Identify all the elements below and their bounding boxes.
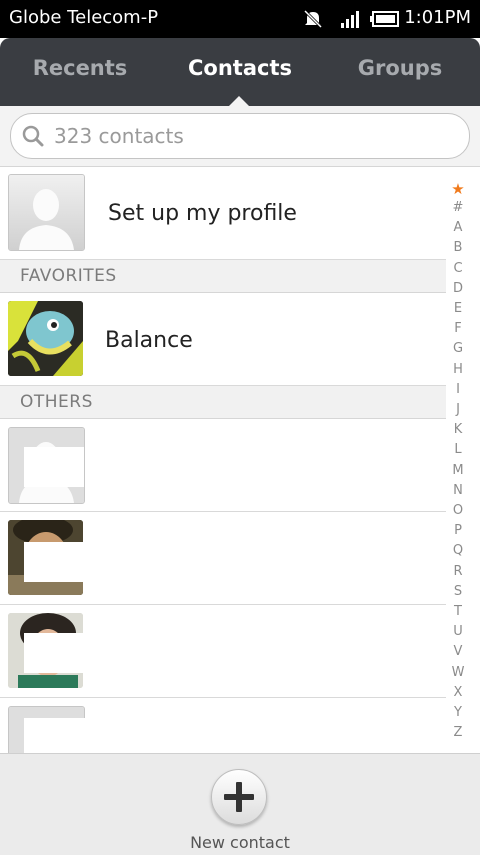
- index-letter[interactable]: C: [446, 261, 470, 276]
- bottom-action-bar: New contact: [0, 753, 480, 855]
- search-area: 323 contacts: [0, 106, 480, 167]
- search-placeholder: 323 contacts: [54, 124, 184, 148]
- clock: 1:01PM: [404, 7, 471, 28]
- index-letter[interactable]: D: [446, 281, 470, 296]
- profile-row[interactable]: Set up my profile: [0, 167, 446, 260]
- alphabet-index[interactable]: ★ # A B C D E F G H I J K L M N O P Q R S T U V W X Y Z: [446, 170, 470, 750]
- index-letter[interactable]: E: [446, 301, 470, 316]
- index-letter[interactable]: G: [446, 341, 470, 356]
- index-favorites-star-icon[interactable]: ★: [446, 180, 470, 198]
- contact-name: Balance: [105, 328, 193, 353]
- index-letter[interactable]: X: [446, 685, 470, 700]
- index-letter[interactable]: W: [446, 665, 470, 680]
- index-letter[interactable]: Y: [446, 705, 470, 720]
- index-letter[interactable]: O: [446, 503, 470, 518]
- index-letter[interactable]: H: [446, 362, 470, 377]
- contact-row[interactable]: [0, 605, 446, 698]
- index-letter[interactable]: N: [446, 483, 470, 498]
- index-letter[interactable]: #: [446, 200, 470, 215]
- index-letter[interactable]: B: [446, 240, 470, 255]
- contact-row[interactable]: [0, 419, 446, 512]
- battery-icon: [370, 9, 400, 33]
- section-label: OTHERS: [20, 392, 93, 412]
- search-icon: [21, 124, 45, 152]
- default-avatar-icon: [8, 174, 85, 251]
- redacted-name: [24, 447, 84, 487]
- plus-icon: [224, 782, 254, 812]
- new-contact-label: New contact: [190, 833, 290, 852]
- index-letter[interactable]: M: [446, 463, 470, 478]
- index-letter[interactable]: L: [446, 442, 470, 457]
- index-letter[interactable]: A: [446, 220, 470, 235]
- index-letter[interactable]: J: [446, 402, 470, 417]
- index-letter[interactable]: Z: [446, 725, 470, 740]
- mute-icon: [303, 9, 323, 33]
- setup-profile-label: Set up my profile: [108, 201, 297, 226]
- index-letter[interactable]: S: [446, 584, 470, 599]
- tab-groups[interactable]: Groups: [340, 56, 460, 80]
- signal-icon: [340, 9, 360, 33]
- index-letter[interactable]: P: [446, 523, 470, 538]
- index-letter[interactable]: V: [446, 644, 470, 659]
- index-letter[interactable]: R: [446, 564, 470, 579]
- tab-contacts[interactable]: Contacts: [180, 56, 300, 80]
- index-letter[interactable]: I: [446, 382, 470, 397]
- carrier-name: Globe Telecom-P: [9, 7, 159, 28]
- contact-row[interactable]: [0, 698, 446, 783]
- index-letter[interactable]: Q: [446, 543, 470, 558]
- contact-photo: [8, 301, 83, 376]
- tab-recents[interactable]: Recents: [20, 56, 140, 80]
- redacted-name: [24, 542, 84, 582]
- new-contact-button[interactable]: [211, 769, 267, 825]
- active-tab-indicator: [229, 96, 249, 106]
- status-bar: Globe Telecom-P 1:01PM: [0, 0, 480, 38]
- index-letter[interactable]: U: [446, 624, 470, 639]
- search-input[interactable]: 323 contacts: [10, 113, 470, 159]
- section-label: FAVORITES: [20, 266, 117, 286]
- index-letter[interactable]: T: [446, 604, 470, 619]
- contact-row[interactable]: [0, 512, 446, 605]
- redacted-name: [24, 718, 196, 758]
- section-header-others: OTHERS: [0, 386, 446, 419]
- index-letter[interactable]: K: [446, 422, 470, 437]
- section-header-favorites: FAVORITES: [0, 260, 446, 293]
- redacted-name: [24, 633, 214, 673]
- contact-row-balance[interactable]: Balance: [0, 293, 446, 386]
- index-letter[interactable]: F: [446, 321, 470, 336]
